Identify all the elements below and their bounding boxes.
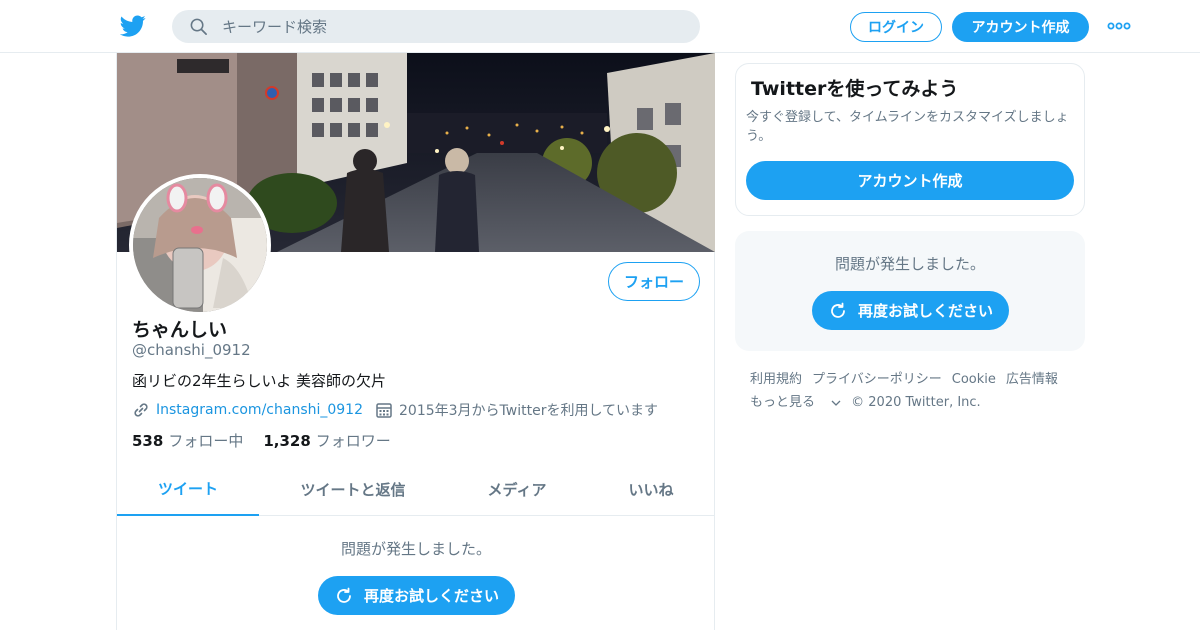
following-count: 538	[132, 432, 164, 450]
tab-tweets-and-replies[interactable]: ツイートと返信	[259, 462, 447, 516]
top-navigation-bar: ログイン アカウント作成	[0, 0, 1200, 53]
profile-website-link[interactable]: Instagram.com/chanshi_0912	[156, 402, 363, 418]
footer-link-ads[interactable]: 広告情報	[1006, 368, 1058, 391]
profile-meta: Instagram.com/chanshi_0912 2015年3月からTwit…	[132, 400, 658, 420]
tab-media[interactable]: メディア	[447, 462, 587, 516]
footer-link-privacy[interactable]: プライバシーポリシー	[812, 368, 942, 391]
profile-column: フォロー ちゃんしい @chanshi_0912 函リビの2年生らしいよ 美容師…	[116, 53, 715, 630]
footer-link-cookie[interactable]: Cookie	[952, 368, 996, 391]
following-label: フォロー中	[168, 432, 244, 450]
sidebar-error-card: 問題が発生しました。 再度お試しください	[735, 231, 1085, 351]
footer-link-terms[interactable]: 利用規約	[750, 368, 802, 391]
footer-more-label: もっと見る	[750, 395, 816, 410]
retry-label: 再度お試しください	[857, 302, 993, 320]
profile-tabs: ツイート ツイートと返信 メディア いいね	[117, 462, 715, 516]
profile-display-name: ちゃんしい	[132, 319, 228, 341]
tab-likes[interactable]: いいね	[587, 462, 715, 516]
signup-button[interactable]: アカウント作成	[952, 12, 1089, 42]
profile-join-date: 2015年3月からTwitterを利用しています	[399, 403, 659, 419]
timeline-retry-button[interactable]: 再度お試しください	[318, 576, 515, 615]
search-input[interactable]	[222, 10, 682, 43]
signup-card-description: 今すぐ登録して、タイムラインをカスタマイズしましょう。	[746, 110, 1069, 144]
followers-label: フォロワー	[315, 432, 391, 450]
chevron-down-icon	[831, 400, 841, 406]
followers-count: 1,328	[263, 432, 311, 450]
footer-copyright: © 2020 Twitter, Inc.	[851, 395, 981, 410]
follow-button[interactable]: フォロー	[608, 262, 700, 301]
profile-handle[interactable]: @chanshi_0912	[132, 341, 251, 359]
signup-card-title: Twitterを使ってみよう	[751, 78, 959, 100]
sidebar-error-message: 問題が発生しました。	[834, 255, 985, 273]
search-icon	[190, 18, 207, 35]
calendar-icon	[376, 403, 392, 418]
retry-label: 再度お試しください	[363, 587, 499, 605]
footer-links: 利用規約 プライバシーポリシー Cookie 広告情報 もっと見る © 2020 Tw…	[750, 368, 1080, 414]
followers-stat[interactable]: 1,328 フォロワー	[263, 430, 390, 451]
profile-avatar[interactable]	[129, 174, 271, 316]
tab-tweets[interactable]: ツイート	[117, 462, 259, 516]
sidebar-retry-button[interactable]: 再度お試しください	[812, 291, 1009, 330]
refresh-icon	[337, 587, 351, 603]
refresh-icon	[831, 302, 845, 318]
profile-bio: 函リビの2年生らしいよ 美容師の欠片	[132, 372, 387, 390]
signup-card-button[interactable]: アカウント作成	[746, 161, 1074, 200]
avatar-photo	[133, 178, 267, 312]
link-icon	[134, 403, 148, 417]
signup-card: Twitterを使ってみよう 今すぐ登録して、タイムラインをカスタマイズしましょ…	[735, 63, 1085, 216]
timeline-error-message: 問題が発生しました。	[340, 540, 491, 558]
login-button[interactable]: ログイン	[850, 12, 942, 42]
footer-more-button[interactable]: もっと見る	[750, 391, 841, 414]
more-dots-icon[interactable]	[1107, 20, 1131, 32]
profile-stats: 538 フォロー中 1,328 フォロワー	[132, 430, 411, 451]
following-stat[interactable]: 538 フォロー中	[132, 430, 243, 451]
twitter-bird-icon[interactable]	[120, 13, 146, 39]
search-box[interactable]	[172, 10, 700, 43]
